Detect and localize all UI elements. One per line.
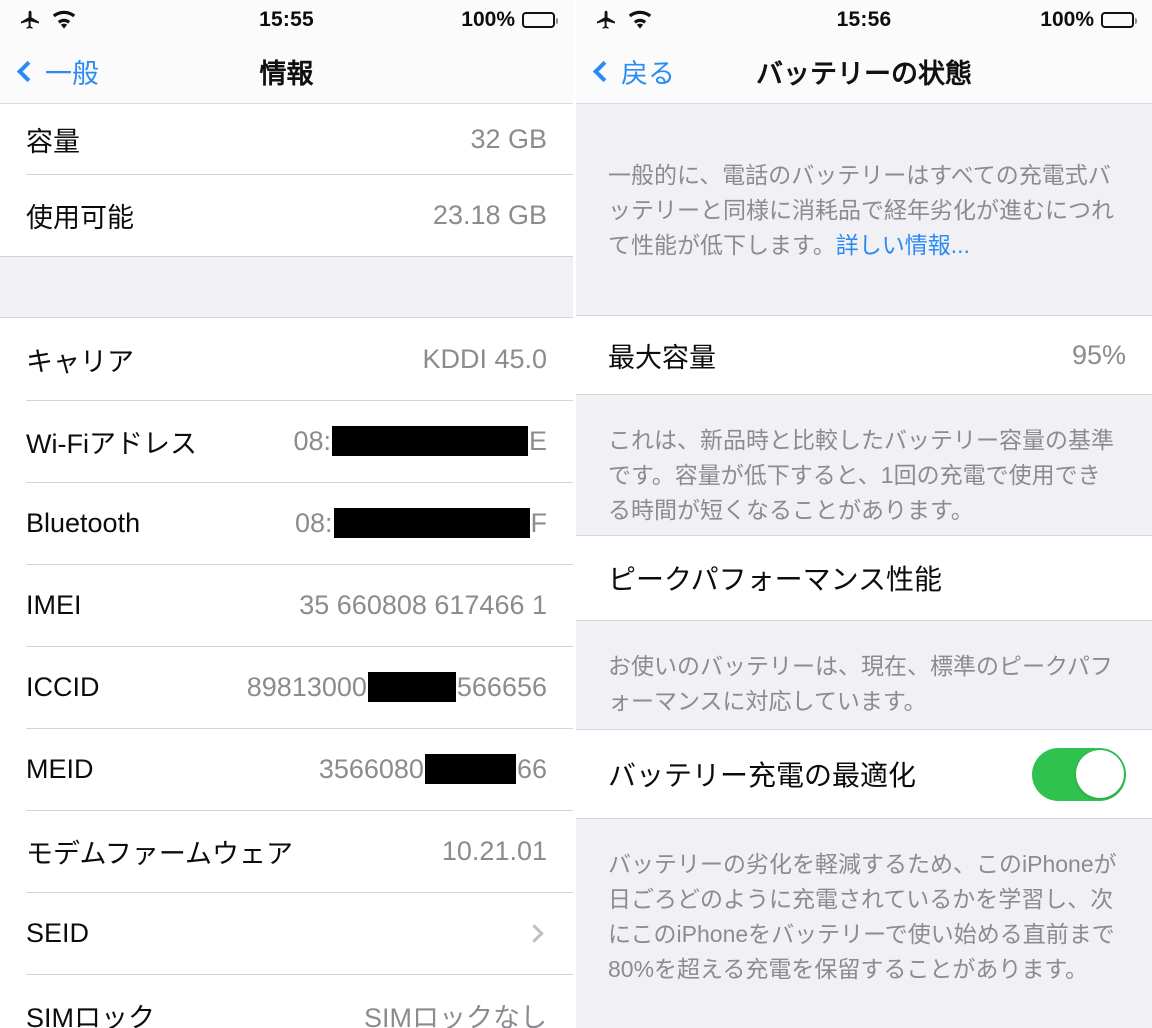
back-button-label: 戻る bbox=[621, 59, 675, 89]
value-prefix: 89813000 bbox=[246, 671, 367, 702]
intro-footer-block: 一般的に、電話のバッテリーはすべての充電式バッテリーと同様に消耗品で経年劣化が進… bbox=[576, 104, 1152, 316]
redaction-bar bbox=[367, 672, 456, 702]
table-row-capacity[interactable]: 容量 32 GB bbox=[0, 104, 573, 174]
table-row-modem-firmware[interactable]: モデムファームウェア 10.21.01 bbox=[0, 810, 573, 892]
row-label: SEID bbox=[26, 917, 90, 948]
left-status-battery-group: 100% bbox=[461, 8, 558, 32]
row-label: モデムファームウェア bbox=[26, 838, 294, 869]
row-value: 35 660808 617466 1 bbox=[299, 589, 547, 620]
right-panel-battery-health-screen: 15:56 100% 戻る バッテリーの状態 一般的に、電話のバッテリーはすべて… bbox=[576, 0, 1152, 1028]
optimized-charging-footer-block: バッテリーの劣化を軽減するため、このiPhoneが日ごろどのように充電されている… bbox=[576, 818, 1152, 1028]
optimized-charging-toggle[interactable] bbox=[1032, 747, 1126, 801]
value-suffix: F bbox=[530, 507, 548, 538]
row-label: 最大容量 bbox=[608, 342, 716, 373]
row-label: 使用可能 bbox=[26, 202, 134, 233]
toggle-knob bbox=[1075, 750, 1124, 798]
table-row-imei[interactable]: IMEI 35 660808 617466 1 bbox=[0, 564, 573, 646]
row-label: SIMロック bbox=[26, 1002, 156, 1028]
row-value: 08: F bbox=[295, 508, 547, 539]
row-value: 89813000 566656 bbox=[247, 672, 547, 703]
redaction-bar bbox=[424, 754, 516, 784]
back-button-label: 一般 bbox=[45, 59, 99, 89]
row-value: 08: E bbox=[293, 426, 547, 457]
intro-footer-text: 一般的に、電話のバッテリーはすべての充電式バッテリーと同様に消耗品で経年劣化が進… bbox=[608, 158, 1122, 263]
peak-performance-footer-text: お使いのバッテリーは、現在、標準のピークパフォーマンスに対応しています。 bbox=[608, 653, 1113, 714]
chevron-left-icon bbox=[16, 60, 39, 83]
row-label: MEID bbox=[26, 753, 94, 784]
max-capacity-footer-block: これは、新品時と比較したバッテリー容量の基準です。容量が低下すると、1回の充電で… bbox=[576, 394, 1152, 536]
right-status-bar: 15:56 100% bbox=[576, 0, 1152, 40]
optimized-charging-footer-text: バッテリーの劣化を軽減するため、このiPhoneが日ごろどのように充電されている… bbox=[608, 851, 1117, 982]
left-content: 容量 32 GB 使用可能 23.18 GB キャリア KDDI 45.0 Wi… bbox=[0, 104, 573, 1028]
value-suffix: 66 bbox=[516, 753, 547, 784]
row-label: Bluetooth bbox=[26, 507, 141, 538]
back-button-general[interactable]: 一般 bbox=[16, 52, 99, 91]
left-battery-percent: 100% bbox=[461, 8, 515, 31]
row-label: キャリア bbox=[26, 346, 134, 377]
row-value: SIMロックなし bbox=[363, 1002, 547, 1028]
row-label: ICCID bbox=[26, 671, 100, 702]
value-prefix: 08: bbox=[294, 507, 333, 538]
table-row-peak-performance: ピークパフォーマンス性能 bbox=[576, 536, 1152, 620]
battery-full-icon bbox=[522, 12, 558, 28]
table-row-sim-lock[interactable]: SIMロック SIMロックなし bbox=[0, 974, 573, 1028]
row-value bbox=[525, 923, 547, 943]
redaction-bar bbox=[331, 426, 528, 456]
table-row-available[interactable]: 使用可能 23.18 GB bbox=[0, 174, 573, 256]
row-label: Wi-Fiアドレス bbox=[26, 428, 197, 459]
row-value: 32 GB bbox=[470, 123, 547, 154]
row-label: IMEI bbox=[26, 589, 82, 620]
chevron-left-icon bbox=[592, 60, 615, 83]
row-label: 容量 bbox=[26, 126, 80, 157]
right-content: 一般的に、電話のバッテリーはすべての充電式バッテリーと同様に消耗品で経年劣化が進… bbox=[576, 104, 1152, 1028]
learn-more-link[interactable]: 詳しい情報... bbox=[836, 232, 970, 258]
value-prefix: 3566080 bbox=[318, 753, 424, 784]
table-row-maximum-capacity: 最大容量 95% bbox=[576, 316, 1152, 394]
back-button-return[interactable]: 戻る bbox=[592, 52, 675, 91]
left-nav-bar: 一般 情報 bbox=[0, 40, 573, 104]
value-suffix: 566656 bbox=[456, 671, 547, 702]
row-label: ピークパフォーマンス性能 bbox=[608, 564, 943, 595]
table-row-seid[interactable]: SEID bbox=[0, 892, 573, 974]
row-value: 10.21.01 bbox=[441, 835, 547, 866]
table-row-iccid[interactable]: ICCID 89813000 566656 bbox=[0, 646, 573, 728]
row-value: KDDI 45.0 bbox=[422, 343, 547, 374]
right-nav-bar: 戻る バッテリーの状態 bbox=[576, 40, 1152, 104]
section-gap bbox=[0, 256, 573, 318]
table-row-optimized-battery-charging[interactable]: バッテリー充電の最適化 bbox=[576, 730, 1152, 818]
row-value: 23.18 GB bbox=[432, 199, 547, 230]
peak-performance-footer-block: お使いのバッテリーは、現在、標準のピークパフォーマンスに対応しています。 bbox=[576, 620, 1152, 730]
row-value: 3566080 66 bbox=[319, 754, 547, 785]
row-label: バッテリー充電の最適化 bbox=[608, 760, 917, 791]
row-value: 95% bbox=[1071, 339, 1126, 370]
value-suffix: E bbox=[528, 425, 547, 456]
value-prefix: 08: bbox=[293, 425, 331, 456]
right-battery-percent: 100% bbox=[1040, 8, 1094, 31]
dual-screenshot-container: 15:55 100% 一般 情報 容量 32 GB 使用可能 23.18 GB bbox=[0, 0, 1152, 1028]
left-panel-about-screen: 15:55 100% 一般 情報 容量 32 GB 使用可能 23.18 GB bbox=[0, 0, 576, 1028]
right-status-battery-group: 100% bbox=[1040, 8, 1137, 32]
left-status-bar: 15:55 100% bbox=[0, 0, 573, 40]
battery-full-icon bbox=[1101, 12, 1137, 28]
redaction-bar bbox=[333, 508, 530, 538]
table-row-bluetooth[interactable]: Bluetooth 08: F bbox=[0, 482, 573, 564]
max-capacity-footer-text: これは、新品時と比較したバッテリー容量の基準です。容量が低下すると、1回の充電で… bbox=[608, 427, 1114, 523]
chevron-right-icon bbox=[525, 923, 544, 943]
table-row-meid[interactable]: MEID 3566080 66 bbox=[0, 728, 573, 810]
table-row-wifi-address[interactable]: Wi-Fiアドレス 08: E bbox=[0, 400, 573, 482]
table-row-carrier[interactable]: キャリア KDDI 45.0 bbox=[0, 318, 573, 400]
